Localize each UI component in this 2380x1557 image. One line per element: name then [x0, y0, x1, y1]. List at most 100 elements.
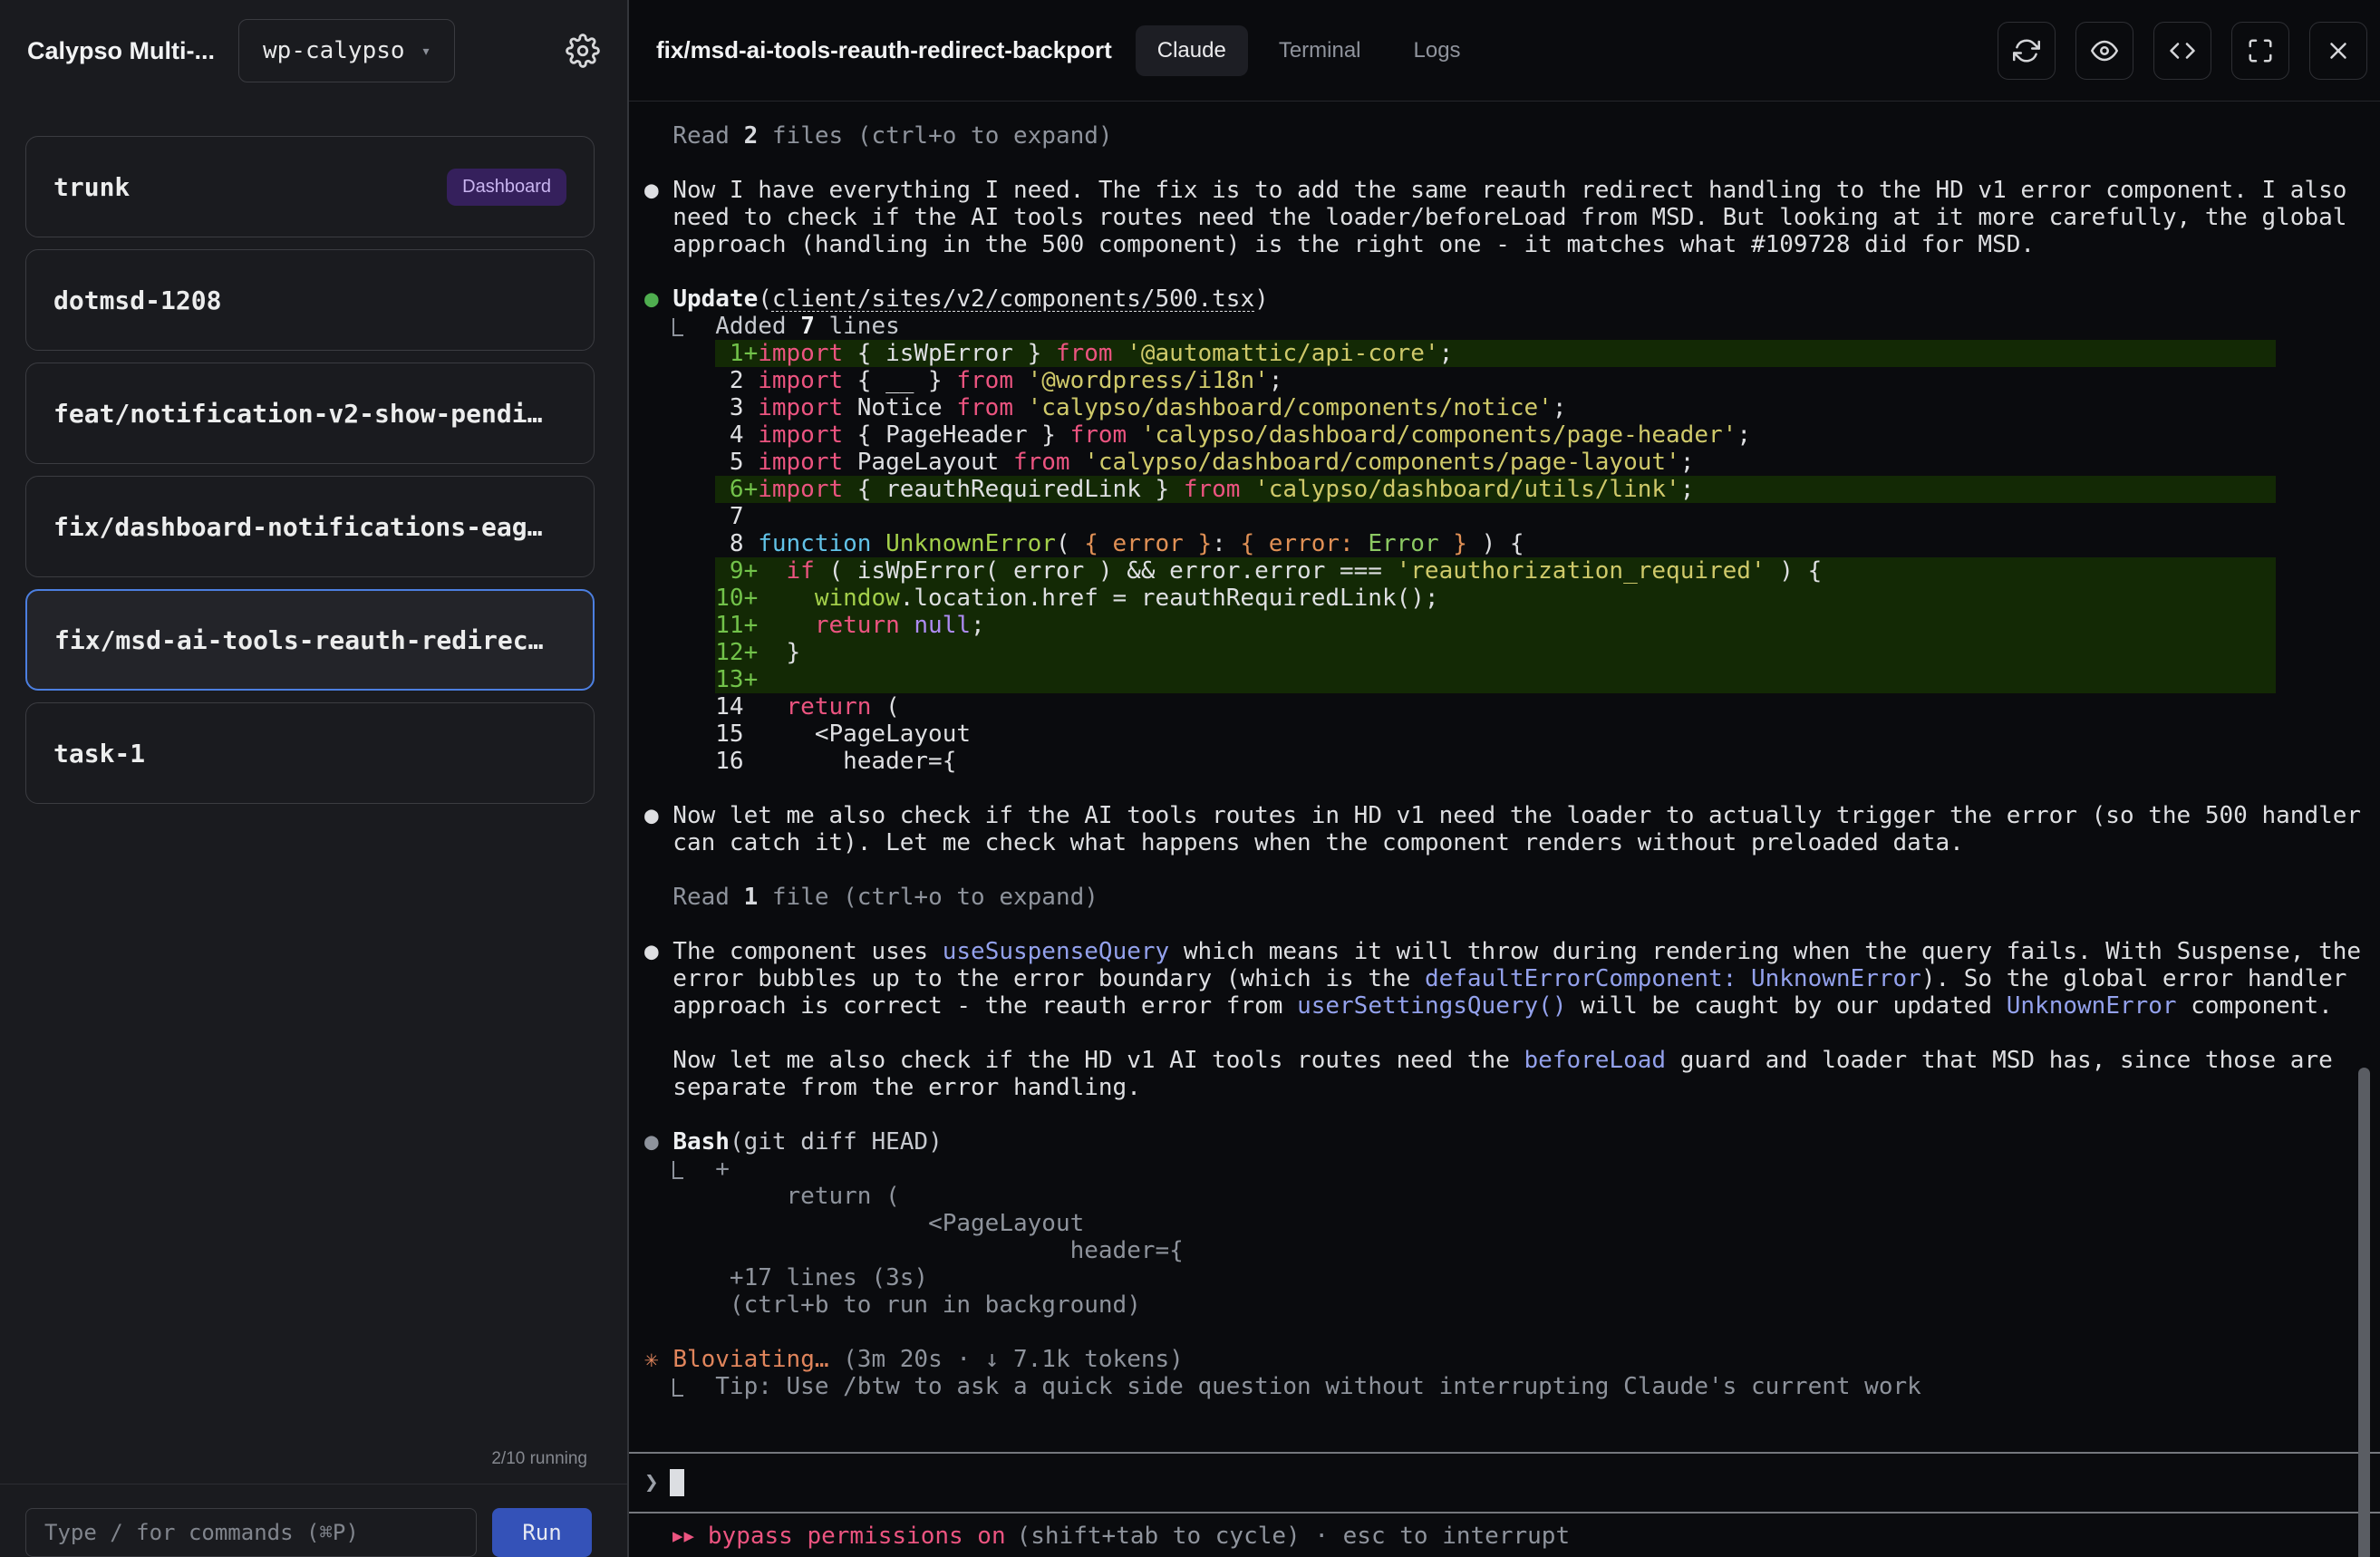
code-button[interactable]	[2153, 22, 2211, 80]
file-link[interactable]: client/sites/v2/components/500.tsx	[772, 285, 1254, 313]
dashboard-badge: Dashboard	[447, 169, 566, 206]
terminal-line: ✳ Bloviating… (3m 20s · ↓ 7.1k tokens)	[644, 1346, 2380, 1373]
diff-line: 8 function UnknownError( { error }: { er…	[715, 530, 2276, 557]
terminal-line: Read 1 file (ctrl+o to expand)	[644, 884, 2380, 911]
sidebar-item-feat-notification-v2[interactable]: feat/notification-v2-show-pendi…	[25, 363, 595, 464]
sidebar-item-fix-dashboard-notifications[interactable]: fix/dashboard-notifications-eag…	[25, 476, 595, 577]
project-name: wp-calypso	[263, 37, 405, 64]
terminal-line: +17 lines (3s)	[644, 1264, 2380, 1291]
diff-line: 10+ window.location.href = reauthRequire…	[715, 585, 2276, 612]
chevron-down-icon: ▾	[421, 42, 431, 61]
terminal-line: Added 7 lines	[644, 313, 2380, 340]
terminal-line: ● The component uses useSuspenseQuery wh…	[644, 938, 2380, 965]
text-cursor	[670, 1469, 684, 1496]
terminal-line	[644, 911, 2380, 938]
project-selector[interactable]: wp-calypso ▾	[238, 19, 455, 82]
terminal-line: need to check if the AI tools routes nee…	[644, 204, 2380, 231]
terminal-line: +	[644, 1156, 2380, 1183]
page-title: fix/msd-ai-tools-reauth-redirect-backpor…	[656, 36, 1112, 64]
close-button[interactable]	[2309, 22, 2367, 80]
permission-status: ▶▶ bypass permissions on (shift+tab to c…	[629, 1513, 2380, 1557]
terminal-line: ● Now let me also check if the AI tools …	[644, 802, 2380, 829]
command-input[interactable]	[25, 1508, 477, 1557]
tab-terminal[interactable]: Terminal	[1257, 25, 1383, 76]
refresh-button[interactable]	[1998, 22, 2056, 80]
diff-line: 11+ return null;	[715, 612, 2276, 639]
terminal-output: Read 2 files (ctrl+o to expand) ● Now I h…	[629, 102, 2380, 1452]
sidebar-item-task-1[interactable]: task-1	[25, 702, 595, 804]
terminal-line	[644, 258, 2380, 285]
terminal-line: ● Update(client/sites/v2/components/500.…	[644, 285, 2380, 313]
branch-label: task-1	[53, 739, 145, 769]
terminal-line: approach (handling in the 500 component)…	[644, 231, 2380, 258]
prompt-input[interactable]: ❯	[629, 1454, 2380, 1512]
header-actions	[1998, 22, 2367, 80]
terminal-line: Tip: Use /btw to ask a quick side questi…	[644, 1373, 2380, 1400]
refresh-icon	[2013, 37, 2040, 64]
permission-mode-label: bypass permissions on	[708, 1523, 1006, 1550]
terminal-line: (ctrl+b to run in background)	[644, 1291, 2380, 1319]
sidebar-item-dotmsd-1208[interactable]: dotmsd-1208	[25, 249, 595, 351]
command-bar: Run	[0, 1484, 627, 1557]
terminal-line: error bubbles up to the error boundary (…	[644, 965, 2380, 992]
fullscreen-icon	[2247, 37, 2274, 64]
preview-button[interactable]	[2075, 22, 2133, 80]
fast-forward-icon: ▶▶	[672, 1526, 695, 1546]
settings-gear-icon[interactable]	[566, 34, 600, 68]
diff-line: 9+ if ( isWpError( error ) && error.erro…	[715, 557, 2276, 585]
branch-label: fix/dashboard-notifications-eag…	[53, 512, 542, 542]
tab-claude[interactable]: Claude	[1136, 25, 1248, 76]
terminal-line: can catch it). Let me check what happens…	[644, 829, 2380, 856]
branch-label: dotmsd-1208	[53, 285, 221, 315]
terminal-line	[644, 775, 2380, 802]
sidebar-header: Calypso Multi-... wp-calypso ▾	[0, 0, 627, 102]
run-button[interactable]: Run	[492, 1508, 592, 1557]
diff-line: 14 return (	[715, 693, 2276, 720]
terminal-line: approach is correct - the reauth error f…	[644, 992, 2380, 1020]
sidebar: Calypso Multi-... wp-calypso ▾ trunk Das…	[0, 0, 629, 1557]
scrollbar[interactable]	[2358, 1068, 2370, 1557]
terminal-line: Read 2 files (ctrl+o to expand)	[644, 122, 2380, 150]
terminal-line: ● Bash(git diff HEAD)	[644, 1128, 2380, 1156]
close-icon	[2325, 37, 2352, 64]
app-window: Calypso Multi-... wp-calypso ▾ trunk Das…	[0, 0, 2380, 1557]
diff-line: 3 import Notice from 'calypso/dashboard/…	[715, 394, 2276, 421]
terminal-line	[644, 1319, 2380, 1346]
session-header: fix/msd-ai-tools-reauth-redirect-backpor…	[629, 0, 2380, 102]
elbow-icon	[672, 318, 683, 336]
terminal-line: header={	[644, 1237, 2380, 1264]
branch-label: trunk	[53, 172, 130, 202]
branch-list: trunk Dashboard dotmsd-1208 feat/notific…	[0, 102, 627, 1449]
diff-line: 13+	[715, 666, 2276, 693]
session-panel: fix/msd-ai-tools-reauth-redirect-backpor…	[629, 0, 2380, 1557]
diff-line: 16 header={	[715, 748, 2276, 775]
running-status: 2/10 running	[0, 1449, 627, 1484]
diff-line: 2 import { __ } from '@wordpress/i18n';	[715, 367, 2276, 394]
diff-line: 7	[715, 503, 2276, 530]
terminal-line	[644, 1101, 2380, 1128]
diff-line: 15 <PageLayout	[715, 720, 2276, 748]
branch-label: fix/msd-ai-tools-reauth-redirec…	[54, 625, 543, 655]
prompt-chevron-icon: ❯	[644, 1469, 659, 1496]
code-icon	[2169, 37, 2196, 64]
tab-logs[interactable]: Logs	[1392, 25, 1483, 76]
terminal-line	[644, 150, 2380, 177]
sidebar-item-fix-msd-ai-tools[interactable]: fix/msd-ai-tools-reauth-redirec…	[25, 589, 595, 691]
diff-line: 12+ }	[715, 639, 2276, 666]
terminal-line: ● Now I have everything I need. The fix …	[644, 177, 2380, 204]
terminal-line	[644, 1020, 2380, 1047]
permission-hint: (shift+tab to cycle) · esc to interrupt	[1017, 1523, 1570, 1550]
fullscreen-button[interactable]	[2231, 22, 2289, 80]
terminal-line: separate from the error handling.	[644, 1074, 2380, 1101]
diff-line: 6+import { reauthRequiredLink } from 'ca…	[715, 476, 2276, 503]
app-title: Calypso Multi-...	[27, 37, 215, 65]
prompt-area: ❯ ▶▶ bypass permissions on (shift+tab to…	[629, 1452, 2380, 1557]
branch-label: feat/notification-v2-show-pendi…	[53, 399, 542, 429]
sidebar-item-trunk[interactable]: trunk Dashboard	[25, 136, 595, 237]
elbow-icon	[672, 1378, 683, 1397]
terminal-line: <PageLayout	[644, 1210, 2380, 1237]
view-tabs: Claude Terminal Logs	[1136, 25, 1483, 76]
eye-icon	[2091, 37, 2118, 64]
diff-line: 5 import PageLayout from 'calypso/dashbo…	[715, 449, 2276, 476]
elbow-icon	[672, 1161, 683, 1179]
